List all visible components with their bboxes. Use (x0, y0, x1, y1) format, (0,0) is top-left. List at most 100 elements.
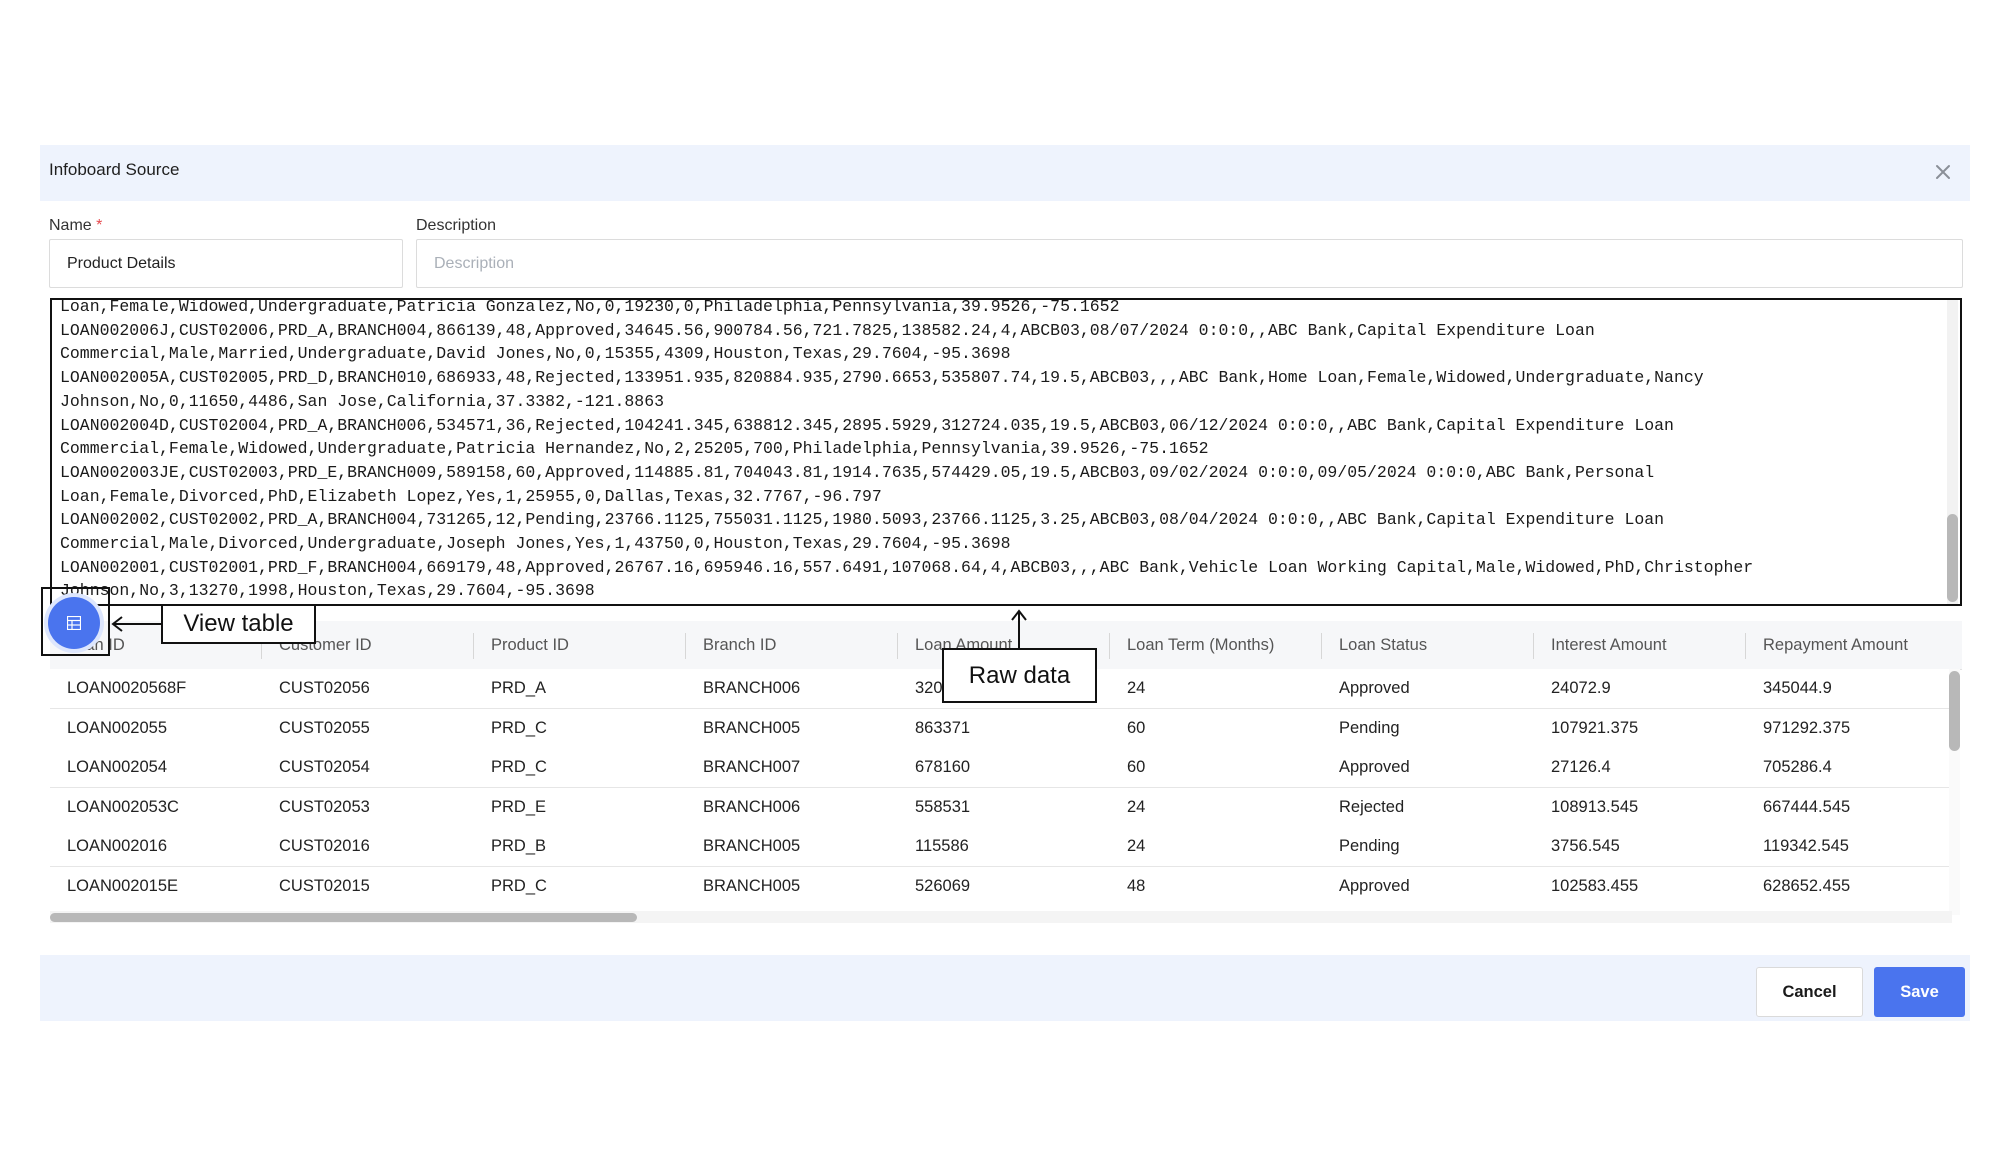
save-button[interactable]: Save (1874, 967, 1965, 1017)
view-table-callout-label: View table (161, 604, 316, 644)
table-cell: 3756.545 (1551, 837, 1620, 855)
view-table-highlight (41, 587, 110, 656)
dialog-header: Infoboard Source (40, 145, 1970, 201)
table-cell: 678160 (915, 758, 971, 776)
table-cell: LOAN002053C (67, 797, 179, 816)
table-cell: BRANCH005 (703, 718, 801, 737)
raw-data-line: LOAN002002,CUST02002,PRD_A,BRANCH004,731… (60, 510, 1665, 530)
table-cell: 526069 (915, 876, 971, 895)
table-horizontal-scrollbar[interactable] (50, 911, 1952, 923)
table-cell: 102583.455 (1551, 876, 1639, 895)
table-cell: Pending (1339, 837, 1400, 855)
table-cell: LOAN002016 (67, 837, 167, 855)
table-cell: LOAN0020568F (67, 679, 187, 697)
column-header[interactable]: Branch ID (703, 636, 776, 655)
table-cell: 558531 (915, 797, 971, 816)
table-cell: Approved (1339, 758, 1410, 776)
table-row[interactable]: LOAN002016 CUST02016 PRD_B BRANCH005 115586 2… (50, 827, 1952, 867)
table-cell: PRD_A (491, 679, 547, 697)
description-label: Description (416, 217, 497, 234)
table-vertical-scroll-thumb[interactable] (1949, 671, 1960, 751)
raw-data-line: Johnson,No,3,13270,1998,Houston,Texas,29… (60, 581, 595, 601)
table-cell: CUST02015 (279, 876, 370, 895)
table-cell: PRD_C (491, 718, 547, 737)
table-cell: Approved (1339, 876, 1410, 895)
table-cell: Rejected (1339, 797, 1405, 816)
table-cell: CUST02056 (279, 679, 370, 697)
table-cell: BRANCH005 (703, 876, 801, 895)
table-cell: BRANCH007 (703, 758, 801, 776)
table-cell: 119342.545 (1763, 837, 1849, 855)
table-cell: 863371 (915, 718, 971, 737)
column-separator[interactable] (897, 633, 898, 659)
table-cell: 60 (1127, 718, 1146, 737)
raw-data-line: Johnson,No,0,11650,4486,San Jose,Califor… (60, 391, 664, 411)
raw-data-line: LOAN002004D,CUST02004,PRD_A,BRANCH006,53… (60, 415, 1674, 435)
table-cell: 24 (1127, 679, 1146, 697)
table-row[interactable]: LOAN002015E CUST02015 PRD_C BRANCH005 526069… (50, 866, 1952, 907)
column-separator[interactable] (1745, 633, 1746, 659)
column-header[interactable]: Loan Status (1339, 636, 1427, 655)
table-cell: PRD_C (491, 758, 547, 776)
column-header[interactable]: Loan Term (Months) (1127, 636, 1274, 655)
raw-data-line: LOAN002003JE,CUST02003,PRD_E,BRANCH009,5… (60, 462, 1655, 482)
table-horizontal-scroll-thumb[interactable] (50, 913, 637, 922)
column-separator[interactable] (685, 633, 686, 659)
name-input[interactable] (49, 239, 403, 288)
name-label-text: Name (49, 217, 92, 234)
raw-data-line: LOAN002006J,CUST02006,PRD_A,BRANCH004,86… (60, 320, 1595, 340)
table-cell: 24072.9 (1551, 679, 1611, 697)
required-mark: * (96, 217, 103, 234)
raw-data-line: Commercial,Male,Married,Undergraduate,Da… (60, 344, 1011, 364)
raw-data-textarea[interactable]: Loan,Female,Widowed,Undergraduate,Patric… (50, 298, 1962, 606)
table-cell: PRD_C (491, 876, 547, 895)
table-row[interactable]: LOAN002053C CUST02053 PRD_E BRANCH006 558531… (50, 787, 1952, 828)
infoboard-source-dialog: Infoboard Source Name * Description Loan… (40, 145, 1970, 1021)
column-header[interactable]: Repayment Amount (1763, 636, 1908, 655)
column-separator[interactable] (473, 633, 474, 659)
raw-data-line: Loan,Female,Widowed,Undergraduate,Patric… (60, 298, 1120, 316)
table-cell: BRANCH006 (703, 797, 801, 816)
table-cell: 60 (1127, 758, 1146, 776)
raw-data-line: LOAN002001,CUST02001,PRD_F,BRANCH004,669… (60, 557, 1754, 577)
table-cell: 971292.375 (1763, 718, 1851, 737)
table-cell: Pending (1339, 718, 1400, 737)
table-cell: 27126.4 (1551, 758, 1611, 776)
table-cell: CUST02055 (279, 718, 370, 737)
table-cell: 345044.9 (1763, 679, 1832, 697)
table-cell: 107921.375 (1551, 718, 1639, 737)
name-label: Name * (49, 217, 102, 235)
table-cell: BRANCH006 (703, 679, 801, 697)
table-cell: PRD_B (491, 837, 547, 855)
column-header[interactable]: Interest Amount (1551, 636, 1667, 655)
close-button[interactable] (1930, 159, 1956, 185)
cancel-button[interactable]: Cancel (1756, 967, 1863, 1017)
raw-data-scrollbar[interactable] (1947, 300, 1958, 604)
column-separator[interactable] (1321, 633, 1322, 659)
column-separator[interactable] (1533, 633, 1534, 659)
table-cell: 667444.545 (1763, 797, 1851, 816)
close-icon (1936, 165, 1950, 179)
table-row[interactable]: LOAN002055 CUST02055 PRD_C BRANCH005 863371 6… (50, 708, 1952, 749)
raw-data-callout-label: Raw data (942, 648, 1097, 703)
raw-data-line: Commercial,Male,Divorced,Undergraduate,J… (60, 534, 1011, 554)
raw-data-line: Commercial,Female,Widowed,Undergraduate,… (60, 439, 1209, 459)
dialog-footer: Cancel Save (40, 955, 1970, 1021)
table-cell: 628652.455 (1763, 876, 1851, 895)
column-separator[interactable] (1109, 633, 1110, 659)
table-cell: LOAN002015E (67, 876, 178, 895)
dialog-title: Infoboard Source (49, 160, 180, 179)
table-cell: 24 (1127, 797, 1146, 816)
table-cell: BRANCH005 (703, 837, 801, 855)
column-header[interactable]: Product ID (491, 636, 569, 655)
raw-data-text: Loan,Female,Widowed,Undergraduate,Patric… (60, 298, 1920, 603)
table-cell: PRD_E (491, 797, 547, 816)
raw-data-line: Loan,Female,Divorced,PhD,Elizabeth Lopez… (60, 486, 882, 506)
description-input[interactable] (416, 239, 1963, 288)
raw-data-line: LOAN002005A,CUST02005,PRD_D,BRANCH010,68… (60, 368, 1704, 388)
raw-data-scroll-thumb[interactable] (1947, 514, 1958, 602)
table-vertical-scrollbar[interactable] (1949, 669, 1960, 915)
table-row[interactable]: LOAN002054 CUST02054 PRD_C BRANCH007 678160 6… (50, 748, 1952, 788)
table-cell: LOAN002054 (67, 758, 167, 776)
table-cell: CUST02054 (279, 758, 370, 776)
